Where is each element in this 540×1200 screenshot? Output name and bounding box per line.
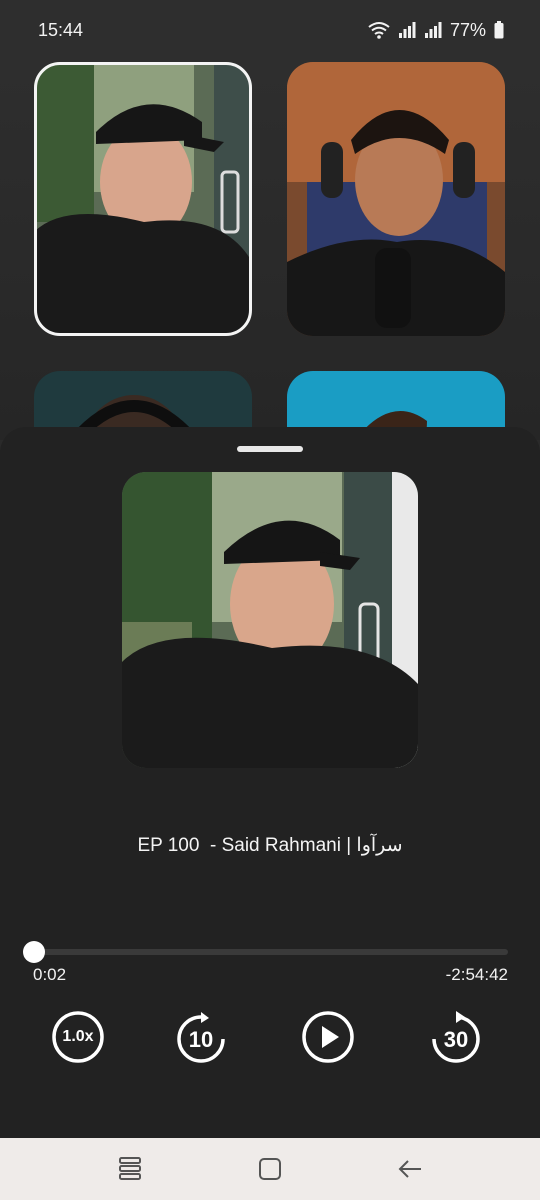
battery-percent: 77% bbox=[449, 19, 486, 40]
wifi-icon bbox=[368, 21, 390, 39]
recent-apps-icon bbox=[119, 1157, 141, 1180]
episode-thumbnail[interactable] bbox=[287, 62, 505, 336]
episode-thumbnail[interactable] bbox=[34, 62, 252, 336]
signal-icon bbox=[398, 22, 416, 38]
status-time: 15:44 bbox=[38, 19, 84, 40]
rewind-button[interactable]: 10 bbox=[173, 1009, 229, 1065]
episode-grid bbox=[0, 60, 540, 645]
remaining-time: -2:54:42 bbox=[445, 965, 508, 984]
rewind-seconds: 10 bbox=[188, 1027, 214, 1052]
play-icon bbox=[302, 1011, 354, 1063]
forward-button[interactable]: 30 bbox=[428, 1009, 484, 1065]
recent-apps-button[interactable] bbox=[110, 1149, 150, 1189]
back-icon bbox=[398, 1160, 421, 1178]
signal-icon bbox=[424, 22, 442, 38]
episode-artwork bbox=[122, 472, 418, 768]
navigation-bar bbox=[0, 1138, 540, 1200]
back-button[interactable] bbox=[390, 1149, 430, 1189]
battery-icon bbox=[494, 21, 504, 39]
progress-thumb[interactable] bbox=[23, 941, 46, 963]
status-icons: 77% bbox=[368, 20, 504, 41]
elapsed-time: 0:02 bbox=[33, 965, 67, 984]
episode-title: EP 100 - Said Rahmani | سرآوا bbox=[137, 835, 403, 856]
play-button[interactable] bbox=[300, 1009, 356, 1065]
player-sheet: EP 100 - Said Rahmani | سرآوا 0:02 -2:54… bbox=[0, 427, 540, 1138]
home-button[interactable] bbox=[250, 1149, 290, 1189]
drag-handle[interactable] bbox=[237, 446, 303, 452]
progress-bar[interactable] bbox=[23, 941, 508, 963]
status-bar: 15:44 77% bbox=[0, 0, 540, 60]
home-icon bbox=[259, 1158, 281, 1180]
forward-seconds: 30 bbox=[443, 1027, 469, 1052]
playback-speed-button[interactable]: 1.0x bbox=[50, 1009, 106, 1065]
playback-speed-label: 1.0x bbox=[62, 1028, 94, 1045]
